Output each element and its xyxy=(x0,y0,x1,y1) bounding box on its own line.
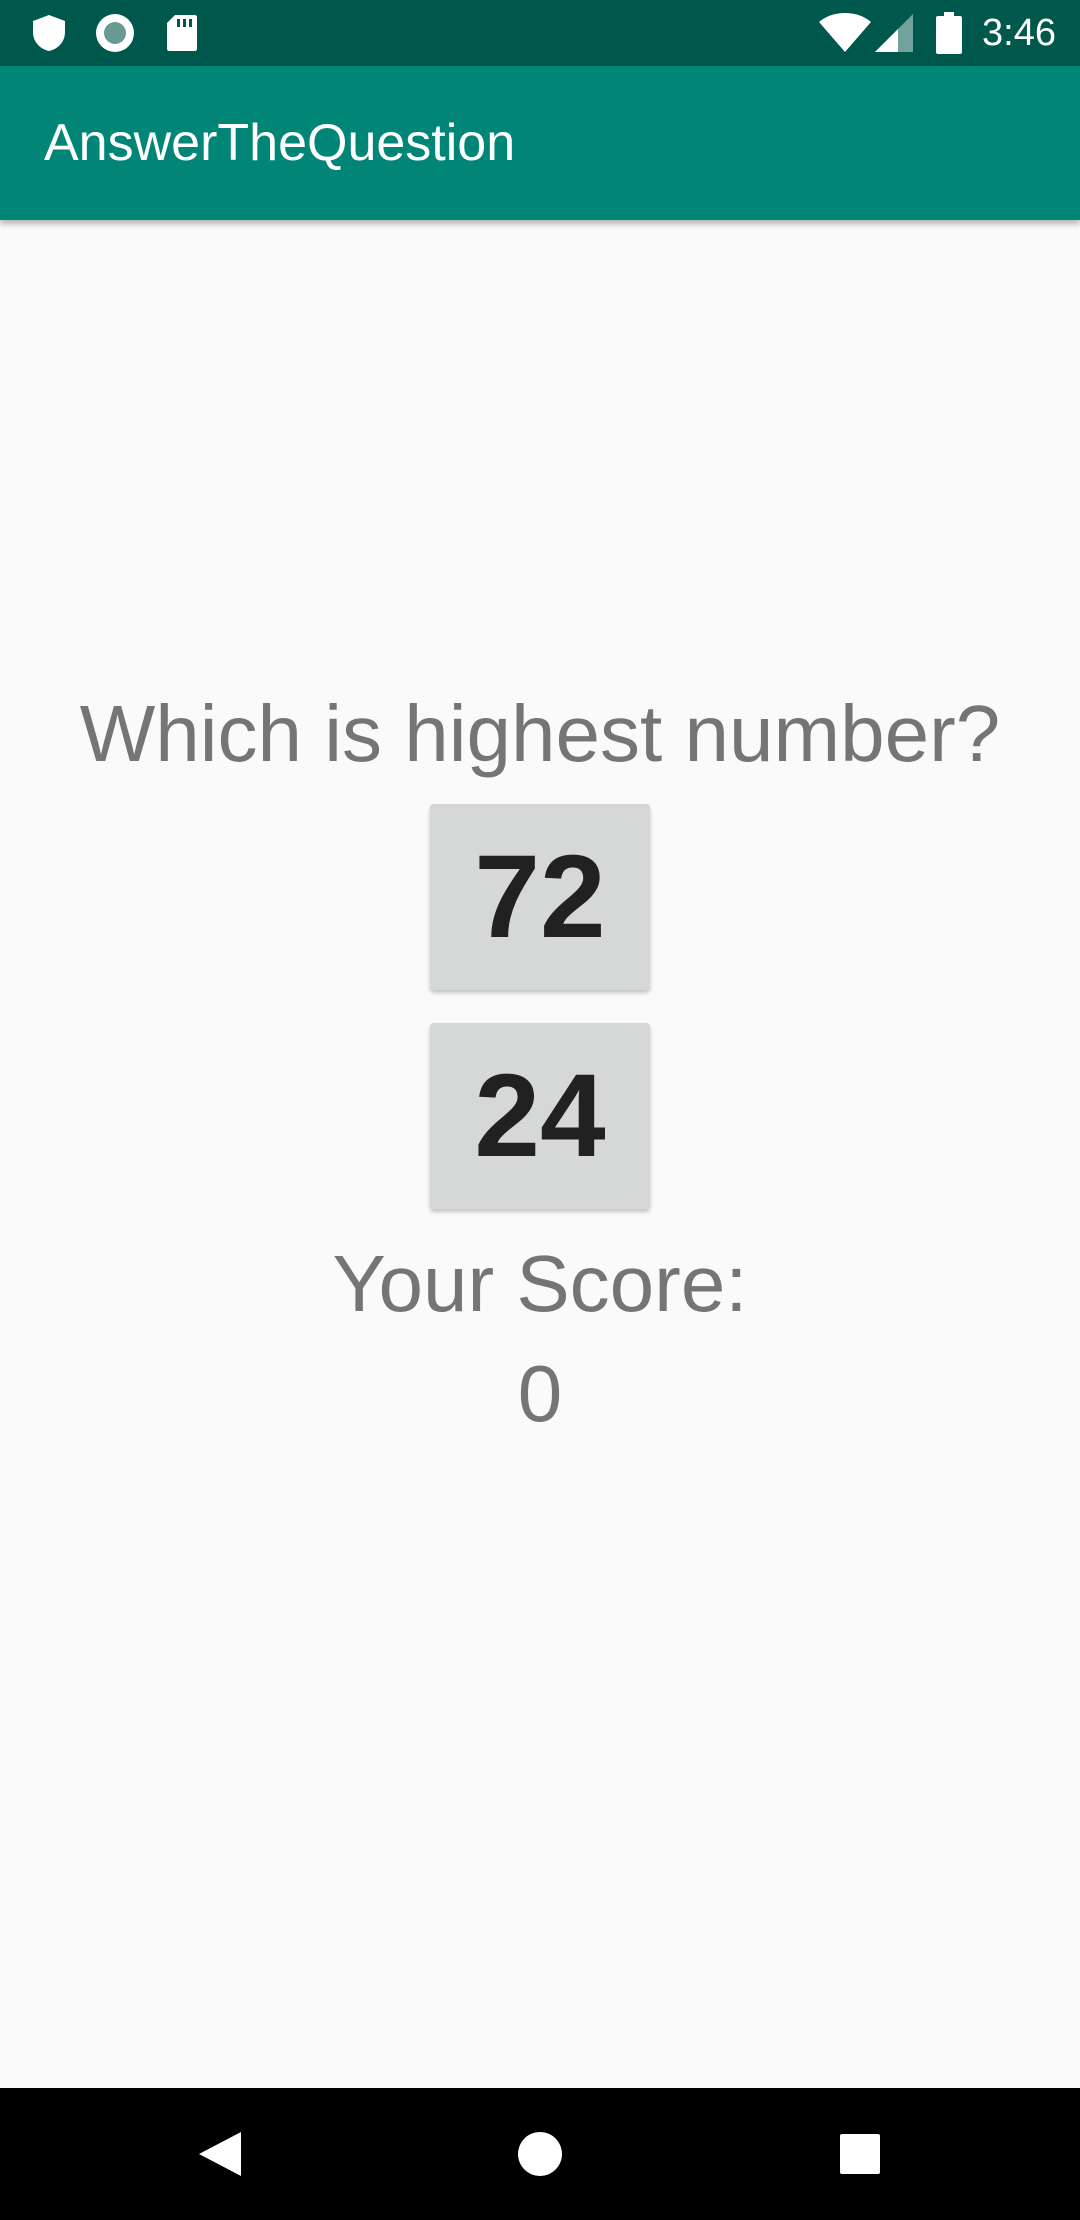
circle-icon xyxy=(95,0,135,66)
score-value: 0 xyxy=(517,1349,563,1438)
score-label: Your Score: xyxy=(332,1239,748,1328)
status-bar: 3:46 xyxy=(0,0,1080,66)
main-content: Which is highest number? 72 24 Your Scor… xyxy=(0,220,1080,2088)
home-icon[interactable] xyxy=(480,2088,600,2220)
navigation-bar xyxy=(0,2088,1080,2220)
app-title: AnswerTheQuestion xyxy=(44,114,516,172)
app-bar: AnswerTheQuestion xyxy=(0,66,1080,220)
shield-icon xyxy=(32,0,66,66)
wifi-icon xyxy=(818,0,872,66)
answer-button-1[interactable]: 72 xyxy=(430,804,650,990)
recents-icon[interactable] xyxy=(800,2088,920,2220)
battery-icon xyxy=(936,0,962,66)
back-icon[interactable] xyxy=(160,2088,280,2220)
question-text: Which is highest number? xyxy=(79,689,1001,778)
answer-button-2[interactable]: 24 xyxy=(430,1023,650,1209)
sd-card-icon xyxy=(166,0,198,66)
status-time: 3:46 xyxy=(982,12,1056,54)
signal-icon xyxy=(874,0,914,66)
